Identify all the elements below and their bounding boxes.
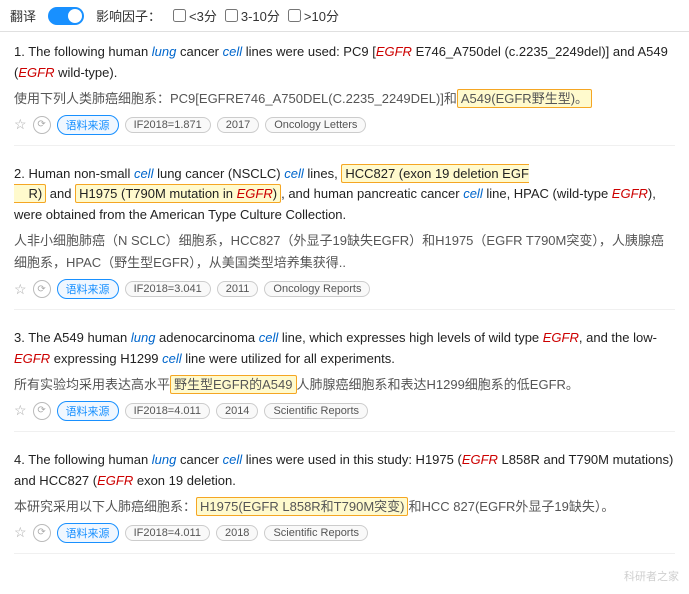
result-2-meta: ☆ ⟳ 语料来源 IF2018=3.041 2011 Oncology Repo… (14, 279, 675, 299)
result-3-cn: 所有实验均采用表达高水平野生型EGFR的A549人肺腺癌细胞系和表达H1299细… (14, 374, 675, 396)
result-1-meta: ☆ ⟳ 语料来源 IF2018=1.871 2017 Oncology Lett… (14, 115, 675, 135)
star-3[interactable]: ☆ (14, 402, 27, 419)
star-1[interactable]: ☆ (14, 116, 27, 133)
filter-label: 影响因子： (96, 6, 161, 25)
result-1-number: 1. (14, 44, 25, 59)
result-2-number: 2. (14, 166, 25, 181)
result-4-en: 4. The following human lung cancer cell … (14, 450, 675, 492)
cell-2a: cell (134, 166, 154, 181)
result-1-en: 1. The following human lung cancer cell … (14, 42, 675, 84)
toggle-knob (68, 9, 82, 23)
source-badge-3[interactable]: 语料来源 (57, 401, 119, 421)
highlight-2b: H1975 (T790M mutation in EGFR) (75, 184, 281, 203)
result-4-meta: ☆ ⟳ 语料来源 IF2018=4.011 2018 Scientific Re… (14, 523, 675, 543)
if-badge-3: IF2018=4.011 (125, 403, 210, 419)
egfr-2: EGFR (612, 186, 648, 201)
filter-more10[interactable]: >10分 (288, 6, 339, 25)
result-item-3: 3. The A549 human lung adenocarcinoma ce… (14, 328, 675, 432)
filter-3to10-checkbox[interactable] (225, 9, 238, 22)
filter-group: <3分 3-10分 >10分 (173, 6, 339, 25)
year-badge-3: 2014 (216, 403, 258, 419)
lung-3: lung (131, 330, 156, 345)
cell-3b: cell (162, 351, 182, 366)
main-content: 1. The following human lung cancer cell … (0, 32, 689, 582)
highlight-3: 野生型EGFR的A549 (170, 375, 296, 394)
top-bar: 翻译 影响因子： <3分 3-10分 >10分 (0, 0, 689, 32)
result-2-cn: 人非小细胞肺癌（N SCLC）细胞系，HCC827（外显子19缺失EGFR）和H… (14, 230, 675, 274)
result-3-en: 3. The A549 human lung adenocarcinoma ce… (14, 328, 675, 370)
star-4[interactable]: ☆ (14, 524, 27, 541)
egfr-3a: EGFR (543, 330, 579, 345)
if-badge-4: IF2018=4.011 (125, 525, 210, 541)
result-2-en: 2. Human non-small cell lung cancer (NSC… (14, 164, 675, 226)
star-2[interactable]: ☆ (14, 281, 27, 298)
cell-3: cell (259, 330, 279, 345)
egfr-1a: EGFR (376, 44, 412, 59)
circle-4[interactable]: ⟳ (33, 524, 51, 542)
result-3-meta: ☆ ⟳ 语料来源 IF2018=4.011 2014 Scientific Re… (14, 401, 675, 421)
egfr-3b: EGFR (14, 351, 50, 366)
result-4-number: 4. (14, 452, 25, 467)
filter-less3-label: <3分 (189, 6, 217, 25)
cell-1: cell (223, 44, 243, 59)
year-badge-4: 2018 (216, 525, 258, 541)
source-badge-2[interactable]: 语料来源 (57, 279, 119, 299)
result-4-cn: 本研究采用以下人肺癌细胞系：H1975(EGFR L858R和T790M突变)和… (14, 496, 675, 518)
egfr-4b: EGFR (97, 473, 133, 488)
highlight-4: H1975(EGFR L858R和T790M突变) (196, 497, 408, 516)
filter-less3-checkbox[interactable] (173, 9, 186, 22)
filter-3to10[interactable]: 3-10分 (225, 6, 280, 25)
highlight-1: A549(EGFR野生型)。 (457, 89, 592, 108)
egfr-4a: EGFR (462, 452, 498, 467)
result-3-number: 3. (14, 330, 25, 345)
year-badge-2: 2011 (217, 281, 259, 297)
lung-4: lung (152, 452, 177, 467)
watermark: 科研者之家 (624, 568, 679, 584)
circle-3[interactable]: ⟳ (33, 402, 51, 420)
result-item-4: 4. The following human lung cancer cell … (14, 450, 675, 554)
filter-more10-label: >10分 (304, 6, 339, 25)
journal-badge-2: Oncology Reports (264, 281, 370, 297)
toggle-label: 翻译 (10, 6, 36, 25)
source-badge-1[interactable]: 语料来源 (57, 115, 119, 135)
circle-2[interactable]: ⟳ (33, 280, 51, 298)
journal-badge-4: Scientific Reports (264, 525, 368, 541)
journal-badge-3: Scientific Reports (264, 403, 368, 419)
lung-1: lung (152, 44, 177, 59)
filter-3to10-label: 3-10分 (241, 6, 280, 25)
cell-2b: cell (284, 166, 304, 181)
egfr-1b: EGFR (18, 65, 54, 80)
journal-badge-1: Oncology Letters (265, 117, 366, 133)
if-badge-2: IF2018=3.041 (125, 281, 211, 297)
cell-4: cell (223, 452, 243, 467)
if-badge-1: IF2018=1.871 (125, 117, 211, 133)
translate-toggle[interactable] (48, 7, 84, 25)
result-1-cn: 使用下列人类肺癌细胞系：PC9[EGFRE746_A750DEL(C.2235_… (14, 88, 675, 110)
cell-2c: cell (463, 186, 483, 201)
source-badge-4[interactable]: 语料来源 (57, 523, 119, 543)
filter-less3[interactable]: <3分 (173, 6, 217, 25)
result-item-2: 2. Human non-small cell lung cancer (NSC… (14, 164, 675, 311)
circle-1[interactable]: ⟳ (33, 116, 51, 134)
year-badge-1: 2017 (217, 117, 259, 133)
filter-more10-checkbox[interactable] (288, 9, 301, 22)
result-item-1: 1. The following human lung cancer cell … (14, 42, 675, 146)
